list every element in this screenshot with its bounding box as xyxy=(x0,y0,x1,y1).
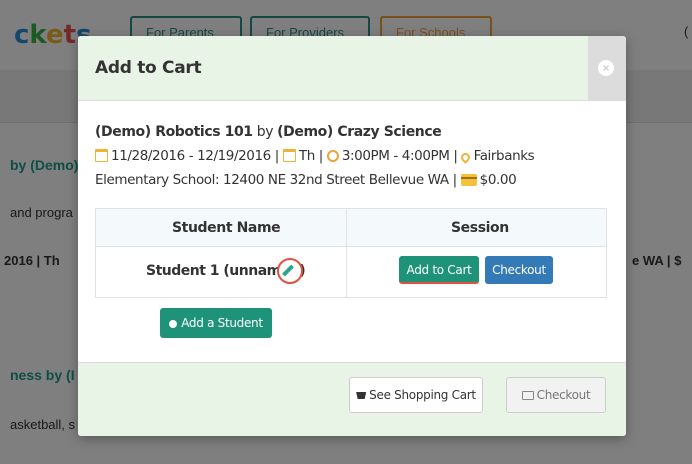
modal-footer: See Shopping Cart Checkout xyxy=(78,362,626,436)
calendar-icon xyxy=(95,149,108,162)
add-student-button[interactable]: Add a Student xyxy=(160,308,272,338)
pencil-icon[interactable] xyxy=(281,264,295,277)
provider-name: (Demo) Crazy Science xyxy=(277,124,442,140)
course-schedule-line: 11/28/2016 - 12/19/2016 | Th | 3:00PM - … xyxy=(95,148,535,164)
course-location-line: Elementary School: 12400 NE 32nd Street … xyxy=(95,172,517,188)
close-button[interactable]: × xyxy=(588,36,626,100)
students-table: Student Name Session Student 1 (unnamed)… xyxy=(95,208,607,298)
course-price: $0.00 xyxy=(479,172,517,188)
edit-student-button[interactable] xyxy=(277,258,303,284)
clock-icon xyxy=(326,150,339,162)
table-header: Student Name Session xyxy=(96,209,606,247)
credit-card-icon xyxy=(460,174,477,186)
add-to-cart-modal: Add to Cart × (Demo) Robotics 101 by (De… xyxy=(78,36,626,436)
add-student-label: Add a Student xyxy=(181,316,263,330)
column-divider xyxy=(346,209,347,297)
header-student-name: Student Name xyxy=(172,220,281,236)
shopping-cart-icon xyxy=(356,392,367,399)
separator: | xyxy=(274,148,280,164)
by-word: by xyxy=(256,124,274,140)
map-pin-icon xyxy=(458,151,472,164)
footer-checkout-button[interactable]: Checkout xyxy=(506,377,606,413)
location-rest: Elementary School: 12400 NE 32nd Street … xyxy=(95,172,449,188)
separator: | xyxy=(318,148,324,164)
location-start: Fairbanks xyxy=(473,148,535,164)
modal-title: Add to Cart xyxy=(95,58,202,78)
close-icon[interactable]: × xyxy=(598,60,614,76)
modal-header: Add to Cart × xyxy=(78,36,626,101)
course-dates: 11/28/2016 - 12/19/2016 xyxy=(111,148,271,164)
course-title-line: (Demo) Robotics 101 by (Demo) Crazy Scie… xyxy=(95,124,442,140)
see-shopping-cart-button[interactable]: See Shopping Cart xyxy=(349,377,483,413)
user-plus-icon xyxy=(169,320,178,328)
see-cart-label: See Shopping Cart xyxy=(369,388,476,402)
credit-card-icon xyxy=(521,391,534,400)
footer-checkout-label: Checkout xyxy=(536,388,591,402)
add-to-cart-button[interactable]: Add to Cart xyxy=(399,256,479,284)
header-session: Session xyxy=(451,220,509,236)
calendar-check-icon xyxy=(282,149,296,162)
row-checkout-button[interactable]: Checkout xyxy=(485,256,553,284)
course-time: 3:00PM - 4:00PM xyxy=(341,148,450,164)
separator: | xyxy=(452,172,458,188)
course-name: (Demo) Robotics 101 xyxy=(95,124,253,140)
separator: | xyxy=(453,148,458,164)
course-day: Th xyxy=(298,148,315,164)
